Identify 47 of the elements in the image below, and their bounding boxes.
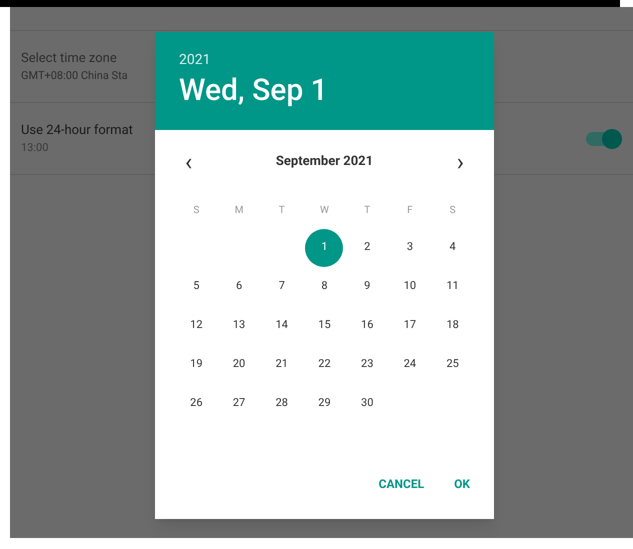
day-cell[interactable]: 20 <box>220 346 258 384</box>
setting-title: Use 24-hour format <box>21 122 133 140</box>
day-cell[interactable]: 23 <box>348 346 386 384</box>
day-cell[interactable]: 10 <box>390 268 429 306</box>
day-cell[interactable]: 14 <box>262 306 301 344</box>
day-cell[interactable]: 13 <box>220 306 258 344</box>
day-cell[interactable]: 9 <box>348 268 386 306</box>
day-cell[interactable]: 17 <box>390 306 429 344</box>
month-title: September 2021 <box>276 153 374 172</box>
weekday-label: W <box>320 204 329 218</box>
weekday-label: M <box>234 204 244 218</box>
next-month-button[interactable]: › <box>456 150 464 174</box>
day-cell[interactable]: 11 <box>434 268 472 306</box>
day-cell[interactable]: 15 <box>305 306 344 344</box>
toggle-switch[interactable] <box>586 132 620 146</box>
day-cell[interactable]: 4 <box>434 228 472 266</box>
dialog-action-button[interactable]: OK <box>444 469 480 499</box>
previous-month-button[interactable]: ‹ <box>185 150 192 174</box>
day-cell[interactable]: 19 <box>177 346 216 384</box>
day-cell[interactable]: 24 <box>390 346 429 384</box>
day-cell[interactable]: 28 <box>262 384 301 422</box>
weekday-label: S <box>193 204 200 218</box>
day-cell[interactable]: 21 <box>262 346 301 384</box>
weekday-label: S <box>450 204 456 218</box>
day-cell[interactable]: 25 <box>434 346 472 384</box>
day-cell[interactable]: 7 <box>262 268 301 306</box>
day-cell[interactable]: 26 <box>177 384 216 422</box>
day-cell[interactable]: 5 <box>177 268 216 306</box>
day-cell[interactable]: 8 <box>305 268 344 306</box>
day-cell[interactable]: 12 <box>177 306 216 344</box>
day-cell[interactable]: 6 <box>220 268 258 306</box>
setting-subtitle: GMT+08:00 China Sta <box>21 68 128 84</box>
weekday-label: T <box>364 204 370 218</box>
day-cell[interactable]: 29 <box>305 384 344 422</box>
selected-date: Wed, Sep 1 <box>179 72 328 110</box>
day-cell[interactable]: 27 <box>220 384 258 422</box>
weekday-label: T <box>278 204 285 218</box>
day-cell[interactable]: 30 <box>348 384 386 422</box>
day-cell[interactable]: 2 <box>348 228 386 266</box>
day-cell[interactable]: 18 <box>434 306 472 344</box>
dialog-action-button[interactable]: CANCEL <box>368 469 434 499</box>
setting-title: Select time zone <box>21 50 118 68</box>
day-cell[interactable]: 22 <box>305 346 344 384</box>
weekday-label: F <box>407 204 413 218</box>
day-cell[interactable]: 1 <box>305 228 344 266</box>
day-cell[interactable]: 3 <box>390 228 429 266</box>
day-cell[interactable]: 16 <box>348 306 386 344</box>
